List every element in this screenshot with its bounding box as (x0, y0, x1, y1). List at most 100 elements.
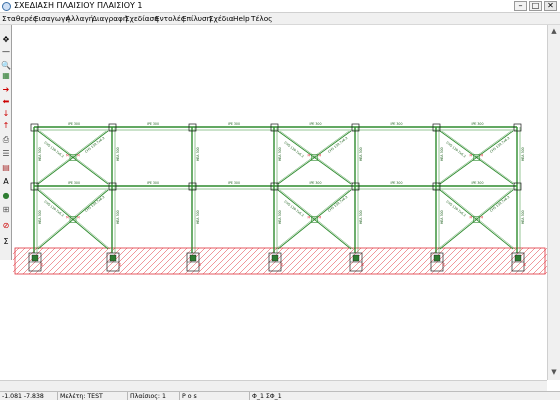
footing-support (433, 254, 441, 262)
brace-label: CHS 139.7x6.3 (283, 141, 304, 159)
node-label: M (319, 154, 322, 158)
brace-label: CHS 139.7x6.3 (327, 136, 348, 154)
status-mode: P o s (180, 392, 250, 400)
footing-support (109, 254, 117, 262)
support-label: M (361, 263, 365, 266)
arrow-down-icon[interactable]: ↓ (1, 109, 11, 119)
column-label: HEA 300 (359, 147, 363, 161)
menu-item-change[interactable]: Αλλαγή (66, 14, 93, 23)
vertical-scrollbar[interactable]: ▲ ▼ (547, 25, 560, 380)
menu-item-solve[interactable]: Επίλυση (182, 14, 211, 23)
beam-label: IPE 300 (228, 122, 240, 126)
column-label: HEA 300 (38, 147, 42, 161)
brace-line (275, 130, 350, 185)
scroll-down-icon[interactable]: ▼ (549, 367, 559, 377)
ground-band (14, 247, 546, 275)
column-label: HEA 300 (359, 210, 363, 224)
frame-drawing: IPE 300 IPE 300 IPE 300 IPE 300 IPE 300 IPE 3… (0, 122, 560, 275)
brace-label: CHS 139.7x6.3 (43, 200, 64, 218)
node-label: M (319, 216, 322, 220)
column-label: HEA 300 (116, 147, 120, 161)
close-button[interactable]: ✕ (544, 1, 557, 11)
menu-item-commands[interactable]: Εντολές (155, 14, 185, 23)
beam-label: IPE 300 (391, 122, 403, 126)
menu-item-delete[interactable]: Διαγραφή (92, 14, 127, 23)
brace-label: CHS 139.7x6.3 (84, 195, 105, 213)
window-title: ΣΧΕΔΙΑΣΗ ΠΛΑΙΣΙΟΥ ΠΛΑΙΣΙΟΥ 1 (14, 1, 143, 10)
column-label: HEA 300 (196, 147, 200, 161)
support-label: M (280, 263, 284, 266)
grid-icon[interactable]: ▦ (1, 71, 11, 81)
horizontal-scrollbar[interactable] (0, 380, 547, 391)
node-label: M (308, 154, 311, 158)
node-label: M (77, 154, 80, 158)
footing-support (271, 254, 279, 262)
column-label: HEA 300 (38, 210, 42, 224)
menu-item-draw[interactable]: Σχεδίαση (125, 14, 159, 23)
minus-icon[interactable]: — (1, 47, 11, 57)
minimize-button[interactable]: – (514, 1, 527, 11)
node-label: M (470, 154, 473, 158)
node-label: M (66, 154, 69, 158)
menu-item-help[interactable]: Help (233, 14, 250, 23)
column-label: HEA 300 (278, 210, 282, 224)
support-label: M (40, 263, 44, 266)
menu-item-constants[interactable]: Σταθερές (2, 14, 37, 23)
support-label: M (523, 263, 527, 266)
arrow-up-icon[interactable]: ↑ (1, 121, 11, 131)
brace-label: CHS 139.7x6.3 (327, 195, 348, 213)
node-icon[interactable]: ● (1, 191, 11, 201)
beam-label: IPE 300 (391, 181, 403, 185)
brace-line (35, 130, 107, 185)
brace-label: CHS 139.7x6.3 (489, 136, 510, 154)
footing-support (514, 254, 522, 262)
beam-label: IPE 300 (472, 181, 484, 185)
status-phi: Φ_1 ΣΦ_1 (252, 393, 282, 400)
column-label: HEA 300 (521, 147, 525, 161)
column-label: HEA 300 (196, 210, 200, 224)
menu-bar: Σταθερές Εισαγωγή Αλλαγή Διαγραφή Σχεδία… (0, 13, 560, 25)
app-icon (2, 2, 11, 11)
beam-label: IPE 300 (147, 122, 159, 126)
brace-line (35, 189, 107, 250)
beam-label: IPE 300 (310, 122, 322, 126)
node-label: M (77, 216, 80, 220)
left-toolbar: ✥ — 🔍 ▦ ➔ ⬅ ↓ ↑ ⎙ ☰ ▤ A ● ⊞ ⊘ Σ (0, 25, 12, 260)
maximize-button[interactable]: □ (529, 1, 542, 11)
status-coordinates: -1.081 -7.838 (0, 392, 58, 400)
load-icon[interactable]: ▤ (1, 163, 11, 173)
column-label: HEA 300 (440, 210, 444, 224)
node-label: M (66, 216, 69, 220)
status-frame: Πλαίσιος: 1 (128, 392, 180, 400)
node-label: M (470, 216, 473, 220)
drawing-canvas[interactable]: IPE 300 IPE 300 IPE 300 IPE 300 IPE 300 IPE 3… (0, 26, 560, 380)
menu-item-exit[interactable]: Τέλος (251, 14, 272, 23)
beam-label: IPE 300 (68, 122, 80, 126)
arrow-right-icon[interactable]: ➔ (1, 85, 11, 95)
pan-icon[interactable]: ✥ (1, 35, 11, 45)
brace-label: CHS 139.7x6.3 (445, 141, 466, 159)
sum-icon[interactable]: Σ (1, 237, 11, 247)
chart-icon[interactable]: ⊞ (1, 205, 11, 215)
scroll-up-icon[interactable]: ▲ (549, 26, 559, 36)
brace-label: CHS 139.7x6.3 (489, 195, 510, 213)
beam-label: IPE 300 (147, 181, 159, 185)
support-label: M (118, 263, 122, 266)
footing-support (189, 254, 197, 262)
column-label: HEA 300 (116, 210, 120, 224)
menu-item-drawings[interactable]: Σχέδια (209, 14, 234, 23)
print-icon[interactable]: ⎙ (1, 135, 11, 145)
beam-label: IPE 300 (228, 181, 240, 185)
arrow-left-icon[interactable]: ⬅ (1, 97, 11, 107)
list-icon[interactable]: ☰ (1, 149, 11, 159)
text-icon[interactable]: A (1, 177, 11, 187)
menu-item-insert[interactable]: Εισαγωγή (34, 14, 70, 23)
beam-label: IPE 300 (68, 181, 80, 185)
brace-line (275, 189, 350, 250)
column-label: HEA 300 (440, 147, 444, 161)
stop-icon[interactable]: ⊘ (1, 221, 11, 231)
status-bar: -1.081 -7.838 Μελέτη: TEST Πλαίσιος: 1 P… (0, 391, 560, 400)
status-study: Μελέτη: TEST (58, 392, 128, 400)
zoom-icon[interactable]: 🔍 (1, 61, 11, 71)
footing-support (31, 254, 39, 262)
